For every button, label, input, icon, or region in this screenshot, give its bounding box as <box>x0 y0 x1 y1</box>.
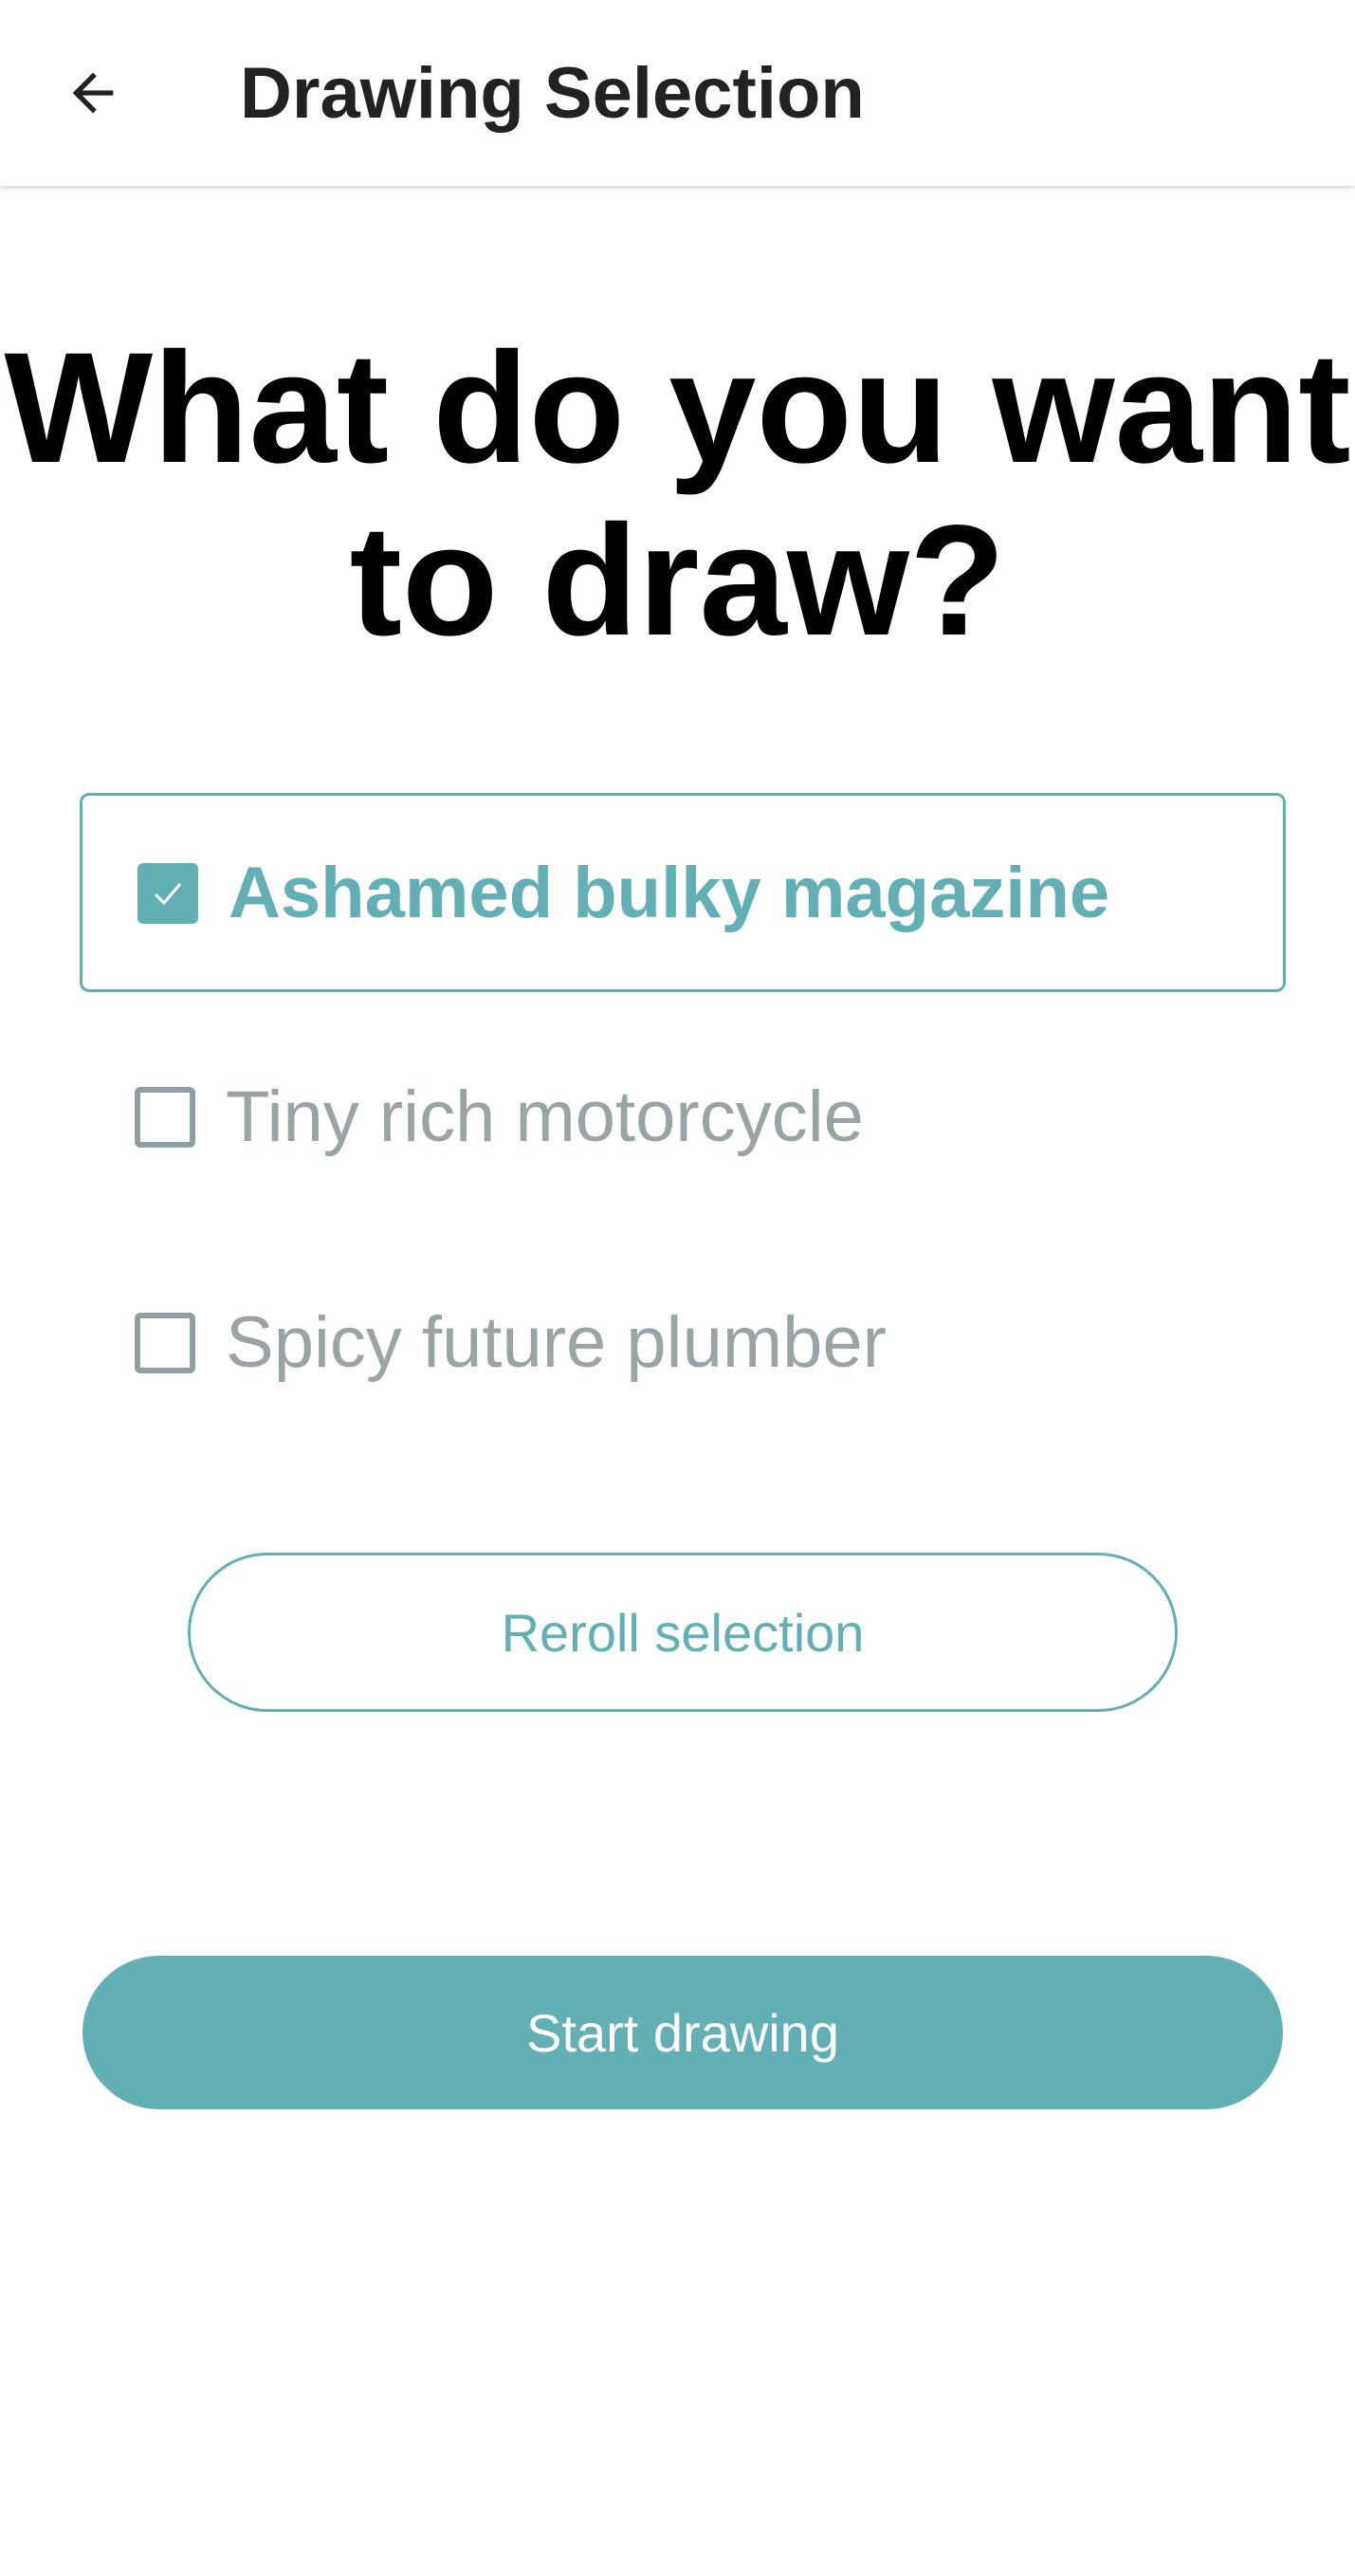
option-label: Ashamed bulky magazine <box>229 853 1110 933</box>
start-drawing-button[interactable]: Start drawing <box>82 1956 1283 2109</box>
option-spicy-future-plumber[interactable]: Spicy future plumber <box>80 1245 1286 1444</box>
option-label: Spicy future plumber <box>226 1302 887 1383</box>
page-title: Drawing Selection <box>240 53 865 134</box>
headline-line-1: What do you want <box>4 321 1351 496</box>
headline: What do you want to draw? <box>0 322 1355 668</box>
checkbox-unchecked[interactable] <box>135 1087 195 1148</box>
reroll-selection-button[interactable]: Reroll selection <box>188 1553 1178 1712</box>
arrow-left-icon <box>72 72 114 114</box>
checkmark-icon <box>154 883 182 906</box>
headline-line-2: to draw? <box>349 493 1006 669</box>
checkbox-checked[interactable] <box>137 863 198 924</box>
option-ashamed-bulky-magazine[interactable]: Ashamed bulky magazine <box>80 793 1286 992</box>
back-button[interactable] <box>46 46 140 140</box>
checkbox-unchecked[interactable] <box>135 1313 195 1373</box>
app-bar: Drawing Selection <box>0 0 1355 186</box>
option-tiny-rich-motorcycle[interactable]: Tiny rich motorcycle <box>80 1020 1286 1219</box>
option-label: Tiny rich motorcycle <box>226 1076 864 1157</box>
